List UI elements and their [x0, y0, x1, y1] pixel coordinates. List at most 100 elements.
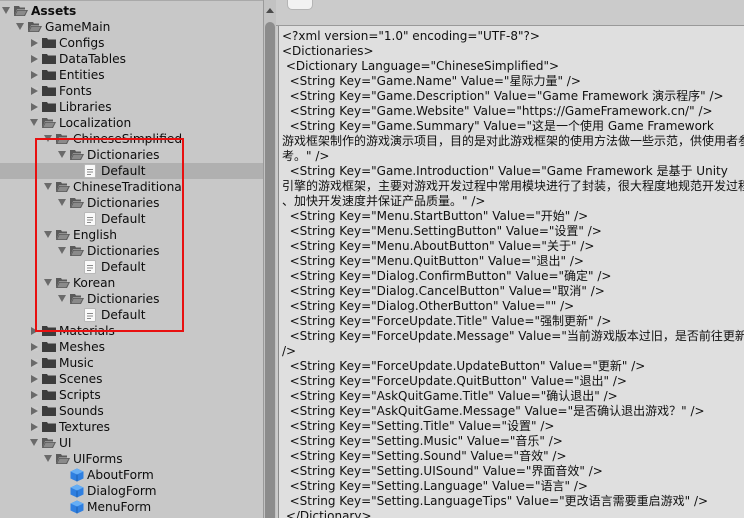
expand-arrow-right-icon[interactable] [31, 343, 38, 351]
text-file-icon [84, 308, 98, 322]
tree-item-materials[interactable]: Materials [0, 323, 263, 339]
xml-line: <String Key="Setting.Title" Value="设置" /… [282, 419, 555, 433]
tree-item-assets[interactable]: Assets [0, 3, 263, 19]
tree-item-label: Localization [59, 116, 132, 130]
prefab-cube-icon [70, 468, 84, 482]
project-panel: Assets GameMain Configs DataTables Entities F… [0, 0, 263, 518]
tree-item-menuform[interactable]: MenuForm [0, 499, 263, 515]
expand-arrow-down-icon[interactable] [44, 455, 52, 462]
xml-line: /> [282, 344, 297, 358]
tree-item-chinesesimplified[interactable]: ChineseSimplified [0, 131, 263, 147]
tree-item-sounds[interactable]: Sounds [0, 403, 263, 419]
tree-item-dictionaries[interactable]: Dictionaries [0, 291, 263, 307]
tree-item-aboutform[interactable]: AboutForm [0, 467, 263, 483]
folder-open-icon [70, 245, 84, 257]
tree-item-ui[interactable]: UI [0, 435, 263, 451]
tree-item-meshes[interactable]: Meshes [0, 339, 263, 355]
expand-arrow-down-icon[interactable] [58, 199, 66, 206]
expand-arrow-down-icon[interactable] [58, 151, 66, 158]
expand-arrow-down-icon[interactable] [2, 7, 10, 14]
expand-arrow-right-icon[interactable] [31, 391, 38, 399]
tree-item-default[interactable]: Default [0, 307, 263, 323]
tree-item-korean[interactable]: Korean [0, 275, 263, 291]
tree-item-label: Materials [59, 324, 115, 338]
xml-line: <String Key="Setting.UISound" Value="界面音… [282, 464, 603, 478]
folder-icon [42, 85, 56, 97]
expand-arrow-down-icon[interactable] [30, 439, 38, 446]
project-scrollbar[interactable] [263, 0, 276, 518]
tree-item-localization[interactable]: Localization [0, 115, 263, 131]
tree-item-chinesetraditional[interactable]: ChineseTraditional [0, 179, 263, 195]
tree-item-default[interactable]: Default [0, 211, 263, 227]
tree-item-configs[interactable]: Configs [0, 35, 263, 51]
expand-arrow-down-icon[interactable] [58, 295, 66, 302]
tree-item-music[interactable]: Music [0, 355, 263, 371]
tree-item-label: GameMain [45, 20, 111, 34]
tree-item-label: Entities [59, 68, 105, 82]
tree-item-label: Meshes [59, 340, 105, 354]
expand-arrow-down-icon[interactable] [44, 231, 52, 238]
folder-open-icon [70, 197, 84, 209]
xml-line: <String Key="Dialog.CancelButton" Value=… [282, 284, 605, 298]
expand-arrow-right-icon[interactable] [31, 71, 38, 79]
scrollbar-thumb[interactable] [265, 22, 275, 518]
expand-arrow-right-icon[interactable] [31, 55, 38, 63]
tree-item-gamemain[interactable]: GameMain [0, 19, 263, 35]
expand-arrow-right-icon[interactable] [31, 103, 38, 111]
tree-item-scripts[interactable]: Scripts [0, 387, 263, 403]
tree-item-dialogform[interactable]: DialogForm [0, 483, 263, 499]
expand-arrow-right-icon[interactable] [31, 87, 38, 95]
tree-item-scenes[interactable]: Scenes [0, 371, 263, 387]
tree-item-libraries[interactable]: Libraries [0, 99, 263, 115]
xml-line: <String Key="ForceUpdate.UpdateButton" V… [282, 359, 646, 373]
expand-arrow-right-icon[interactable] [31, 359, 38, 367]
expand-arrow-right-icon[interactable] [31, 423, 38, 431]
text-file-icon [84, 212, 98, 226]
tree-item-dictionaries[interactable]: Dictionaries [0, 195, 263, 211]
tree-item-textures[interactable]: Textures [0, 419, 263, 435]
xml-line: <String Key="ForceUpdate.Message" Value=… [282, 329, 744, 343]
tree-item-datatables[interactable]: DataTables [0, 51, 263, 67]
xml-text-preview[interactable]: <?xml version="1.0" encoding="UTF-8"?> <D… [278, 26, 744, 518]
tree-item-label: Sounds [59, 404, 104, 418]
folder-icon [42, 421, 56, 433]
expand-arrow-down-icon[interactable] [44, 135, 52, 142]
expand-arrow-right-icon[interactable] [31, 39, 38, 47]
tree-item-label: Dictionaries [87, 148, 160, 162]
tree-item-default[interactable]: Default [0, 163, 263, 179]
tree-item-uiforms[interactable]: UIForms [0, 451, 263, 467]
xml-line: <String Key="Game.Description" Value="Ga… [282, 89, 724, 103]
folder-icon [42, 69, 56, 81]
expand-arrow-right-icon[interactable] [31, 375, 38, 383]
expand-arrow-right-icon[interactable] [31, 407, 38, 415]
tree-item-label: ChineseTraditional [73, 180, 186, 194]
expand-arrow-down-icon[interactable] [44, 183, 52, 190]
tree-item-english[interactable]: English [0, 227, 263, 243]
scroll-up-arrow-icon[interactable] [266, 8, 274, 13]
folder-open-icon [56, 453, 70, 465]
tree-item-label: Fonts [59, 84, 92, 98]
xml-line: <Dictionary Language="ChineseSimplified"… [282, 59, 560, 73]
expand-arrow-down-icon[interactable] [58, 247, 66, 254]
xml-line: <String Key="AskQuitGame.Title" Value="确… [282, 389, 618, 403]
xml-line: <String Key="Setting.Music" Value="音乐" /… [282, 434, 563, 448]
tree-item-fonts[interactable]: Fonts [0, 83, 263, 99]
expand-arrow-right-icon[interactable] [31, 327, 38, 335]
expand-arrow-down-icon[interactable] [30, 119, 38, 126]
tree-item-entities[interactable]: Entities [0, 67, 263, 83]
tree-item-dictionaries[interactable]: Dictionaries [0, 147, 263, 163]
xml-line: 游戏框架制作的游戏演示项目，目的是对此游戏框架的使用方法做一些示范，供使用者参 [282, 134, 744, 148]
preview-tab[interactable] [287, 0, 313, 10]
tree-item-default[interactable]: Default [0, 259, 263, 275]
xml-line: <Dictionaries> [282, 44, 374, 58]
tree-item-label: Dictionaries [87, 196, 160, 210]
expand-arrow-down-icon[interactable] [44, 279, 52, 286]
folder-icon [42, 325, 56, 337]
folder-open-icon [42, 117, 56, 129]
tree-item-label: Scenes [59, 372, 103, 386]
tree-item-dictionaries[interactable]: Dictionaries [0, 243, 263, 259]
text-file-icon [84, 164, 98, 178]
expand-arrow-down-icon[interactable] [16, 23, 24, 30]
folder-icon [42, 101, 56, 113]
tree-item-label: Dictionaries [87, 292, 160, 306]
